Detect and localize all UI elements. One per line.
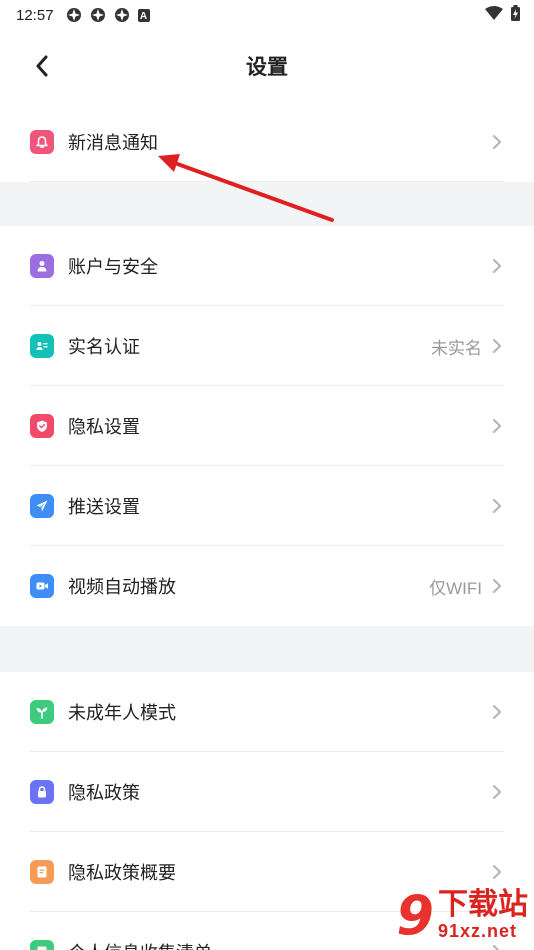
settings-item-label: 推送设置 (68, 497, 140, 517)
back-button[interactable] (30, 54, 54, 78)
settings-item-label: 新消息通知 (68, 133, 158, 153)
wifi-icon (485, 5, 503, 25)
watermark-text: 下载站 91xz.net (438, 889, 528, 941)
settings-item-real-name-verification[interactable]: 实名认证 未实名 (0, 306, 534, 386)
settings-item-value: 仅WIFI (429, 578, 482, 598)
chevron-right-icon (492, 497, 504, 515)
settings-item-label: 实名认证 (68, 337, 140, 357)
chevron-right-icon (492, 703, 504, 721)
settings-item-label: 账户与安全 (68, 257, 158, 277)
settings-item-minor-mode[interactable]: 未成年人模式 (0, 672, 534, 752)
lock-icon (30, 780, 54, 804)
settings-group-account: 账户与安全 实名认证 未实名 隐私设置 推送设置 视频自动播放 仅WIFI (0, 226, 534, 626)
settings-item-label: 视频自动播放 (68, 577, 176, 597)
page-title: 设置 (246, 56, 288, 79)
chevron-right-icon (492, 863, 504, 881)
font-notification-label: A (139, 10, 148, 22)
app-notification-icon (114, 7, 130, 23)
watermark-glyph: 9 (396, 883, 434, 947)
status-bar: 12:57 A (0, 0, 534, 30)
shield-icon (30, 414, 54, 438)
status-time: 12:57 (16, 6, 54, 24)
settings-item-privacy-settings[interactable]: 隐私设置 (0, 386, 534, 466)
id-card-icon (30, 334, 54, 358)
settings-item-label: 个人信息收集清单 (68, 939, 212, 950)
person-icon (30, 254, 54, 278)
battery-icon (511, 4, 520, 26)
sprout-icon (30, 700, 54, 724)
top-app-bar: 设置 (0, 30, 534, 102)
chevron-right-icon (492, 337, 504, 355)
bell-icon (30, 130, 54, 154)
settings-item-label: 隐私政策 (68, 783, 140, 803)
chevron-left-icon (36, 55, 48, 77)
settings-item-push-settings[interactable]: 推送设置 (0, 466, 534, 546)
settings-item-privacy-policy[interactable]: 隐私政策 (0, 752, 534, 832)
chevron-right-icon (492, 783, 504, 801)
settings-item-label: 隐私政策概要 (68, 863, 176, 883)
send-icon (30, 494, 54, 518)
video-icon (30, 574, 54, 598)
settings-item-account-security[interactable]: 账户与安全 (0, 226, 534, 306)
app-notification-icon (66, 7, 82, 23)
settings-item-label: 隐私设置 (68, 417, 140, 437)
watermark-cn: 下载站 (438, 888, 528, 921)
annotation-arrow (158, 154, 334, 222)
app-notification-icon (90, 7, 106, 23)
site-watermark-logo: 9 下载站 91xz.net (364, 880, 534, 950)
watermark-url: 91xz.net (438, 921, 518, 941)
settings-item-label: 未成年人模式 (68, 703, 176, 723)
settings-item-value: 未实名 (431, 338, 482, 358)
settings-item-video-autoplay[interactable]: 视频自动播放 仅WIFI (0, 546, 534, 626)
font-notification-icon: A (137, 8, 150, 22)
list-icon (30, 940, 54, 950)
chevron-right-icon (492, 257, 504, 275)
document-icon (30, 860, 54, 884)
chevron-right-icon (492, 417, 504, 435)
chevron-right-icon (492, 133, 504, 151)
chevron-right-icon (492, 577, 504, 595)
